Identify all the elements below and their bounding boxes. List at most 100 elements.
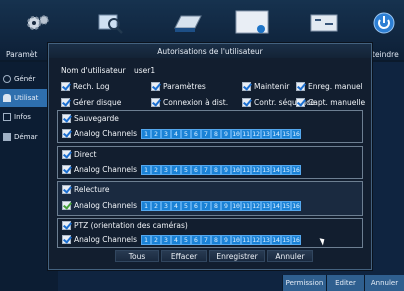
checkbox-playback[interactable] xyxy=(62,185,71,194)
toolbar-shutdown-label[interactable]: teindre xyxy=(372,50,399,59)
channel-toggle[interactable]: 1 xyxy=(141,129,151,139)
edit-tab[interactable]: Editer xyxy=(326,275,364,291)
group-title: Direct xyxy=(74,150,97,159)
channel-toggle[interactable]: 4 xyxy=(171,129,181,139)
toolbar-param-label[interactable]: Paramèt xyxy=(6,50,37,59)
search-record-icon[interactable] xyxy=(92,10,130,36)
checkbox-backup-analog-channels[interactable] xyxy=(62,129,71,138)
channel-toggle[interactable]: 16 xyxy=(291,201,301,211)
checkbox-manage-disk[interactable] xyxy=(61,98,70,107)
channel-toggle[interactable]: 5 xyxy=(181,235,191,245)
select-all-button[interactable]: Tous xyxy=(115,250,159,262)
channel-toggle[interactable]: 15 xyxy=(281,165,291,175)
power-icon[interactable] xyxy=(365,10,403,36)
channel-toggle[interactable]: 16 xyxy=(291,235,301,245)
channel-toggle[interactable]: 8 xyxy=(211,129,221,139)
channel-toggle[interactable]: 11 xyxy=(241,165,251,175)
channel-toggle[interactable]: 10 xyxy=(231,165,241,175)
channel-toggle[interactable]: 12 xyxy=(251,201,261,211)
channel-toggle[interactable]: 1 xyxy=(141,201,151,211)
channel-toggle[interactable]: 5 xyxy=(181,129,191,139)
channel-toggle[interactable]: 9 xyxy=(221,129,231,139)
channel-toggle[interactable]: 3 xyxy=(161,129,171,139)
channel-toggle[interactable]: 11 xyxy=(241,201,251,211)
channel-toggle[interactable]: 14 xyxy=(271,129,281,139)
save-button[interactable]: Enregistrer xyxy=(209,250,265,262)
checkbox-live-analog-channels[interactable] xyxy=(62,165,71,174)
checkbox-ptz[interactable] xyxy=(62,221,71,230)
channel-toggle[interactable]: 14 xyxy=(271,235,281,245)
checkbox-settings[interactable] xyxy=(151,82,160,91)
channel-toggle[interactable]: 3 xyxy=(161,201,171,211)
channel-toggle[interactable]: 12 xyxy=(251,129,261,139)
cancel-button[interactable]: Annuler xyxy=(267,250,313,262)
channel-toggle[interactable]: 13 xyxy=(261,235,271,245)
channel-toggle[interactable]: 12 xyxy=(251,165,261,175)
checkbox-live[interactable] xyxy=(62,150,71,159)
channel-toggle[interactable]: 14 xyxy=(271,201,281,211)
channel-toggle[interactable]: 8 xyxy=(211,165,221,175)
channel-toggle[interactable]: 11 xyxy=(241,129,251,139)
hdd-icon[interactable] xyxy=(168,10,206,36)
channel-toggle[interactable]: 3 xyxy=(161,235,171,245)
monitor-icon[interactable] xyxy=(232,10,272,36)
channel-toggle[interactable]: 10 xyxy=(231,235,241,245)
channel-toggle[interactable]: 1 xyxy=(141,165,151,175)
channel-toggle[interactable]: 4 xyxy=(171,201,181,211)
checkbox-sequence-control[interactable] xyxy=(242,98,251,107)
username-label: Nom d'utilisateur xyxy=(61,66,126,75)
channel-toggle[interactable]: 7 xyxy=(201,201,211,211)
channel-toggle[interactable]: 6 xyxy=(191,165,201,175)
channel-toggle[interactable]: 2 xyxy=(151,165,161,175)
channel-toggle[interactable]: 3 xyxy=(161,165,171,175)
channel-toggle[interactable]: 13 xyxy=(261,201,271,211)
channel-toggle[interactable]: 14 xyxy=(271,165,281,175)
channel-toggle[interactable]: 15 xyxy=(281,201,291,211)
channel-toggle[interactable]: 6 xyxy=(191,201,201,211)
channel-toggle[interactable]: 13 xyxy=(261,129,271,139)
channel-toggle[interactable]: 9 xyxy=(221,235,231,245)
channel-toggle[interactable]: 5 xyxy=(181,201,191,211)
checkbox-search-log[interactable] xyxy=(61,82,70,91)
channel-toggle[interactable]: 2 xyxy=(151,235,161,245)
channel-toggle[interactable]: 6 xyxy=(191,235,201,245)
checkbox-manual-capture[interactable] xyxy=(296,98,305,107)
system-gear-icon[interactable] xyxy=(18,10,56,36)
channel-toggle[interactable]: 8 xyxy=(211,235,221,245)
channel-toggle[interactable]: 10 xyxy=(231,129,241,139)
permission-tab[interactable]: Permission xyxy=(282,275,326,291)
checkbox-remote-login[interactable] xyxy=(151,98,160,107)
channel-toggle[interactable]: 13 xyxy=(261,165,271,175)
channel-toggle[interactable]: 16 xyxy=(291,165,301,175)
channel-toggle[interactable]: 7 xyxy=(201,165,211,175)
analog-channels-label: Analog Channels xyxy=(74,129,137,138)
startup-icon xyxy=(3,133,11,141)
channel-toggle[interactable]: 11 xyxy=(241,235,251,245)
channel-toggle[interactable]: 2 xyxy=(151,201,161,211)
channel-toggle[interactable]: 7 xyxy=(201,129,211,139)
channel-toggle[interactable]: 12 xyxy=(251,235,261,245)
channel-toggle[interactable]: 4 xyxy=(171,165,181,175)
channel-toggle[interactable]: 5 xyxy=(181,165,191,175)
channel-toggle[interactable]: 4 xyxy=(171,235,181,245)
channel-toggle[interactable]: 1 xyxy=(141,235,151,245)
checkbox-backup[interactable] xyxy=(62,114,71,123)
channel-toggle[interactable]: 7 xyxy=(201,235,211,245)
channel-toggle[interactable]: 6 xyxy=(191,129,201,139)
channel-toggle[interactable]: 9 xyxy=(221,165,231,175)
checkbox-playback-analog-channels[interactable] xyxy=(62,201,71,210)
sidebar-item-label: Génér xyxy=(14,75,36,83)
channel-toggle[interactable]: 2 xyxy=(151,129,161,139)
channel-toggle[interactable]: 8 xyxy=(211,201,221,211)
checkbox-manual-record[interactable] xyxy=(296,82,305,91)
checkbox-ptz-analog-channels[interactable] xyxy=(62,235,71,244)
channel-toggle[interactable]: 9 xyxy=(221,201,231,211)
cancel-tab[interactable]: Annuler xyxy=(364,275,404,291)
checkbox-maintain[interactable] xyxy=(242,82,251,91)
channel-toggle[interactable]: 15 xyxy=(281,129,291,139)
channel-toggle[interactable]: 16 xyxy=(291,129,301,139)
channel-toggle[interactable]: 10 xyxy=(231,201,241,211)
clear-button[interactable]: Effacer xyxy=(161,250,207,262)
channel-toggle[interactable]: 15 xyxy=(281,235,291,245)
network-icon[interactable] xyxy=(305,10,343,36)
